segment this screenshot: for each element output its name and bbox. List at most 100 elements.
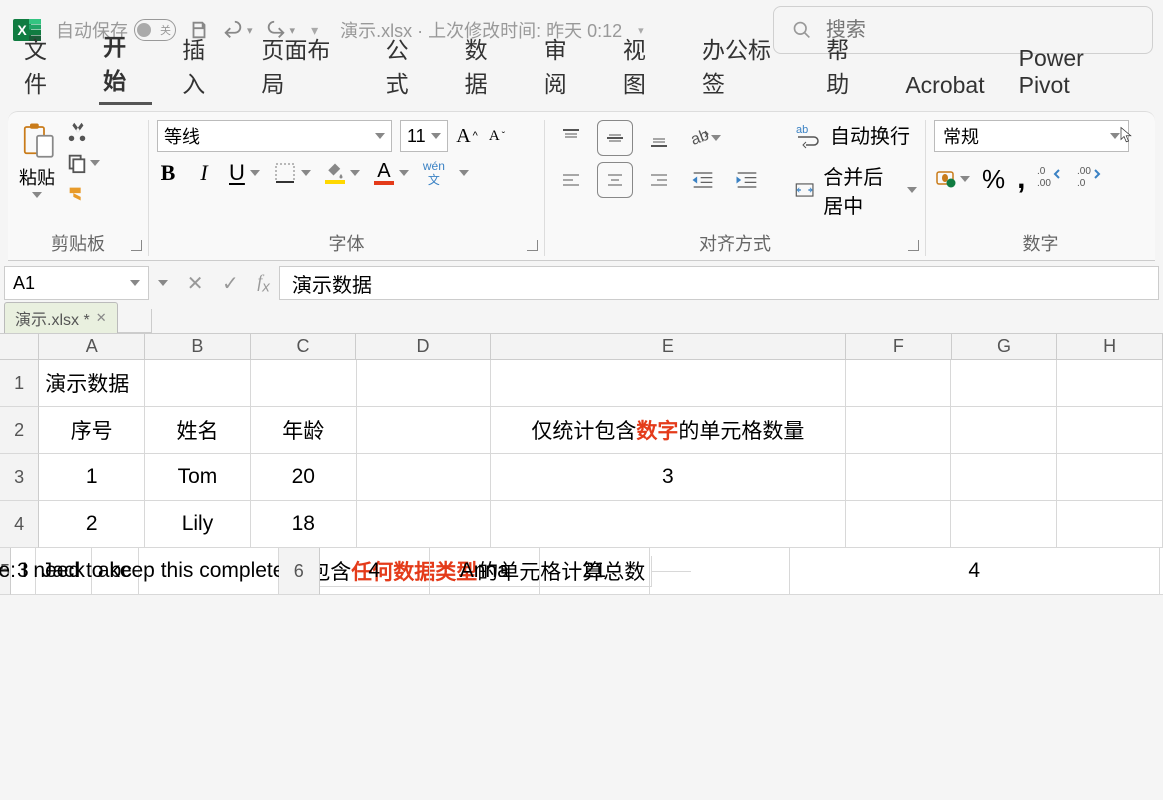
comma-format-button[interactable]: , — [1017, 162, 1025, 196]
align-center-icon[interactable] — [597, 162, 633, 198]
col-header[interactable]: D — [356, 334, 490, 360]
cell[interactable] — [251, 360, 357, 407]
underline-button[interactable]: U — [229, 160, 260, 186]
cell[interactable] — [357, 407, 491, 454]
cell[interactable] — [357, 454, 491, 501]
number-format-select[interactable]: 常规 — [934, 120, 1129, 152]
align-right-icon[interactable] — [641, 162, 677, 198]
cell[interactable] — [951, 407, 1057, 454]
col-header[interactable]: B — [145, 334, 251, 360]
new-tab-area[interactable] — [118, 309, 152, 333]
percent-format-button[interactable]: % — [982, 164, 1005, 195]
cell[interactable] — [491, 501, 846, 548]
cell[interactable] — [1057, 454, 1163, 501]
paste-button[interactable]: 粘贴 — [16, 120, 58, 198]
cell[interactable]: 仅统计包含数字的单元格数量 — [491, 407, 846, 454]
wrap-text-button[interactable]: ab 自动换行 — [794, 120, 917, 149]
align-bottom-icon[interactable] — [641, 120, 677, 156]
alignment-dialog-launcher[interactable] — [908, 239, 919, 256]
bold-button[interactable]: B — [157, 160, 179, 186]
row-header[interactable]: 2 — [0, 407, 39, 454]
font-size-select[interactable]: 11 — [400, 120, 448, 152]
phonetic-button[interactable]: wén文 — [423, 160, 445, 186]
clipboard-dialog-launcher[interactable] — [131, 239, 142, 256]
cell[interactable] — [650, 548, 790, 595]
row-header[interactable]: 4 — [0, 501, 39, 548]
cell[interactable]: 序号 — [39, 407, 145, 454]
col-header[interactable]: F — [846, 334, 952, 360]
cell[interactable]: Lily — [145, 501, 251, 548]
decrease-font-icon[interactable]: Aˇ — [486, 128, 508, 145]
tab-help[interactable]: 帮助 — [822, 25, 875, 105]
cell[interactable]: Tom — [145, 454, 251, 501]
increase-decimal-icon[interactable]: .0.00 — [1037, 164, 1065, 195]
font-color-button[interactable]: A — [374, 161, 409, 185]
tab-office-tabs[interactable]: 办公标签 — [698, 25, 796, 105]
col-header[interactable]: A — [39, 334, 145, 360]
accounting-format-button[interactable] — [934, 167, 970, 191]
cell[interactable] — [951, 501, 1057, 548]
cell[interactable]: 3 — [491, 454, 846, 501]
cell[interactable]: 年龄 — [251, 407, 357, 454]
format-painter-icon[interactable] — [66, 184, 88, 206]
cell[interactable] — [951, 454, 1057, 501]
cell[interactable]: 4 — [790, 548, 1160, 595]
cell[interactable]: 21 — [540, 548, 650, 595]
cell[interactable]: Anna — [430, 548, 540, 595]
font-dialog-launcher[interactable] — [527, 239, 538, 256]
tab-view[interactable]: 视图 — [619, 25, 672, 105]
col-header[interactable]: H — [1057, 334, 1163, 360]
row-header[interactable]: 3 — [0, 454, 39, 501]
cell[interactable] — [1057, 407, 1163, 454]
cell[interactable] — [1057, 360, 1163, 407]
align-middle-icon[interactable] — [597, 120, 633, 156]
font-name-select[interactable]: 等线 — [157, 120, 392, 152]
col-header[interactable]: G — [952, 334, 1058, 360]
cancel-formula-icon[interactable]: ✕ — [187, 271, 204, 296]
tab-data[interactable]: 数据 — [461, 25, 514, 105]
border-button[interactable] — [274, 162, 311, 184]
cell[interactable] — [1057, 501, 1163, 548]
fill-color-button[interactable] — [325, 162, 360, 184]
cell[interactable]: 姓名 — [145, 407, 251, 454]
tab-page-layout[interactable]: 页面布局 — [257, 25, 355, 105]
increase-font-icon[interactable]: A^ — [456, 125, 478, 148]
copy-button[interactable] — [66, 152, 100, 174]
select-all-corner[interactable] — [0, 334, 39, 360]
cell[interactable]: [end of truncated output - Note: I need … — [139, 548, 279, 595]
decrease-decimal-icon[interactable]: .00.0 — [1077, 164, 1105, 195]
cell[interactable] — [951, 360, 1057, 407]
col-header[interactable]: E — [491, 334, 846, 360]
cell[interactable]: 4 — [320, 548, 430, 595]
row-header[interactable]: 1 — [0, 360, 39, 407]
tab-formulas[interactable]: 公式 — [382, 25, 435, 105]
cell[interactable] — [846, 454, 952, 501]
increase-indent-icon[interactable] — [729, 162, 765, 198]
fx-icon[interactable]: fx — [257, 271, 270, 296]
name-box-more-icon[interactable] — [158, 280, 168, 286]
tab-file[interactable]: 文件 — [20, 25, 73, 105]
col-header[interactable]: C — [251, 334, 357, 360]
tab-acrobat[interactable]: Acrobat — [901, 66, 988, 105]
cell[interactable] — [357, 360, 491, 407]
italic-button[interactable]: I — [193, 160, 215, 186]
decrease-indent-icon[interactable] — [685, 162, 721, 198]
tab-review[interactable]: 审阅 — [540, 25, 593, 105]
align-left-icon[interactable] — [553, 162, 589, 198]
formula-input[interactable]: 演示数据 — [279, 266, 1159, 300]
spreadsheet-grid[interactable]: A B C D E F G H 1 演示数据 2 序号 姓名 年龄 仅统计包含数… — [0, 333, 1163, 595]
align-top-icon[interactable] — [553, 120, 589, 156]
row-header[interactable]: 6 — [279, 548, 320, 595]
cut-icon[interactable] — [66, 120, 88, 142]
tab-power-pivot[interactable]: Power Pivot — [1015, 39, 1143, 105]
cell[interactable]: 18 — [251, 501, 357, 548]
cell[interactable]: 1 — [39, 454, 145, 501]
merge-center-button[interactable]: 合并后居中 — [794, 161, 917, 219]
close-icon[interactable]: ✕ — [96, 310, 107, 326]
cell[interactable] — [846, 360, 952, 407]
orientation-icon[interactable]: ab — [685, 120, 721, 156]
cell[interactable] — [491, 360, 846, 407]
cell[interactable] — [357, 501, 491, 548]
cell[interactable] — [846, 407, 952, 454]
workbook-tab[interactable]: 演示.xlsx * ✕ — [4, 302, 118, 333]
